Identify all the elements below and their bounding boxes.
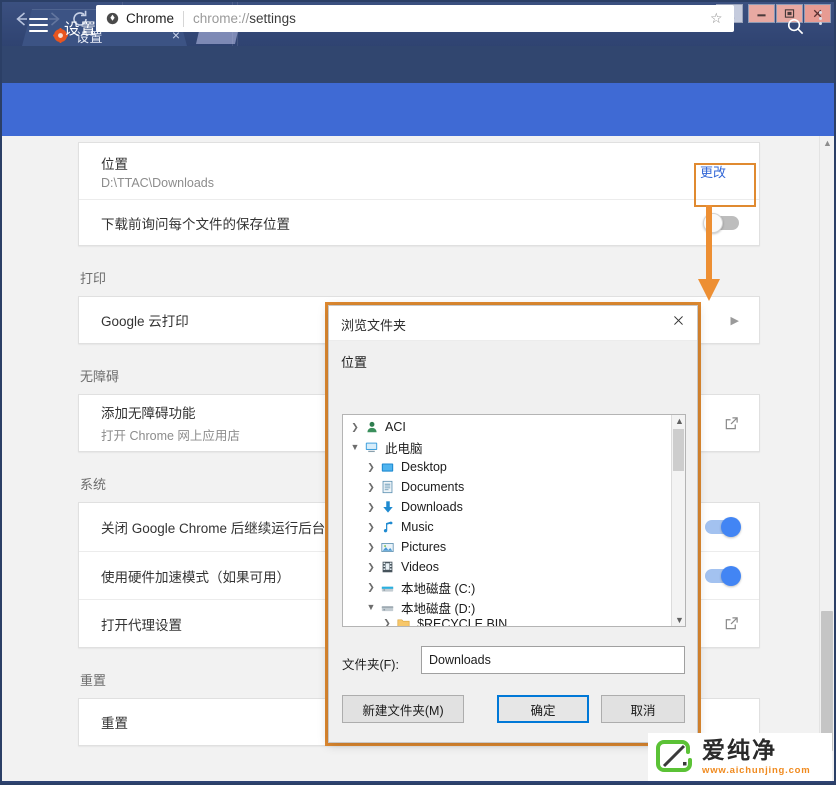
bookmark-star-icon[interactable]: ☆: [710, 11, 725, 26]
download-location-label: 位置: [101, 156, 128, 172]
downloads-folder-icon: [379, 500, 396, 515]
tree-node-label: Music: [401, 520, 434, 534]
documents-folder-icon: [379, 480, 396, 495]
cancel-button[interactable]: 取消: [601, 695, 685, 723]
background-apps-toggle[interactable]: [705, 517, 741, 537]
folder-icon: [395, 616, 412, 626]
desktop-folder-icon: [379, 460, 396, 475]
pictures-folder-icon: [379, 540, 396, 555]
tree-node-label: 此电脑: [385, 441, 423, 456]
tree-node[interactable]: ❯ Pictures: [343, 537, 685, 557]
browse-folder-dialog: 浏览文件夹 位置 ❯ ACI ▼ 此电脑 ❯ Desktop ❯ Documents ❯ Down…: [328, 305, 698, 743]
chevron-down-icon[interactable]: ▼: [347, 442, 363, 452]
tree-node[interactable]: ❯ Downloads: [343, 497, 685, 517]
chevron-right-icon[interactable]: ❯: [347, 422, 363, 433]
tree-scrollbar-thumb[interactable]: [673, 429, 684, 471]
system-drive-icon: [379, 580, 396, 595]
omnibox-separator: [183, 10, 185, 27]
minimize-button[interactable]: [748, 4, 775, 23]
chrome-shield-icon: [106, 12, 119, 25]
tree-node[interactable]: ❯ Music: [343, 517, 685, 537]
tree-scrollbar[interactable]: ▲ ▼: [671, 415, 685, 626]
tree-node-label: Desktop: [401, 460, 447, 474]
tree-node[interactable]: ❯ ACI: [343, 417, 685, 437]
hamburger-icon[interactable]: [29, 18, 48, 33]
tree-node[interactable]: ❯ Desktop: [343, 457, 685, 477]
tree-node-label: Documents: [401, 480, 465, 494]
folder-name-input[interactable]: Downloads: [421, 646, 685, 674]
folder-field-label: 文件夹(F):: [342, 658, 399, 672]
tree-node-label: 本地磁盘 (C:): [401, 581, 476, 596]
close-x-icon: [673, 316, 683, 325]
ask-before-download-label: 下载前询问每个文件的保存位置: [101, 216, 290, 232]
tree-node-label: ACI: [385, 420, 406, 434]
watermark-url: www.aichunjing.com: [702, 765, 811, 776]
browser-toolbar: [2, 46, 834, 83]
browser-window: 设置 × Chrome chrome://settings ☆ 设置 位置 D:…: [0, 0, 836, 785]
tree-node[interactable]: ❯ Videos: [343, 557, 685, 577]
chevron-right-icon[interactable]: ❯: [363, 482, 379, 493]
tree-scroll-down-icon[interactable]: ▼: [675, 615, 684, 625]
tree-node-label: Videos: [401, 560, 439, 574]
tree-node[interactable]: ▼ 此电脑: [343, 437, 685, 457]
ask-before-download-toggle[interactable]: [703, 212, 739, 233]
download-location-value: D:\TTAC\Downloads: [101, 175, 214, 190]
music-folder-icon: [379, 520, 396, 535]
change-location-button[interactable]: 更改: [687, 156, 739, 187]
external-link-icon: [725, 416, 738, 429]
omnibox-url: chrome://settings: [193, 11, 296, 26]
chevron-right-icon[interactable]: ❯: [363, 462, 379, 473]
page-title: 设置: [64, 21, 98, 38]
new-folder-button[interactable]: 新建文件夹(M): [342, 695, 464, 723]
chevron-right-icon[interactable]: ❯: [363, 502, 379, 513]
section-label-print: 打印: [80, 271, 107, 286]
scroll-up-icon[interactable]: ▲: [823, 138, 832, 148]
tree-node[interactable]: ❯ Documents: [343, 477, 685, 497]
aichunjing-logo-icon: [656, 740, 692, 772]
tree-node-label: Pictures: [401, 540, 447, 554]
chevron-right-icon[interactable]: ❯: [363, 582, 379, 593]
dialog-close-icon[interactable]: [667, 312, 689, 334]
external-link-icon: [725, 617, 738, 630]
tree-scroll-up-icon[interactable]: ▲: [675, 416, 684, 426]
folder-tree[interactable]: ❯ ACI ▼ 此电脑 ❯ Desktop ❯ Documents ❯ Downloads ❯ Mus…: [342, 414, 686, 627]
chevron-right-icon: ▶: [730, 314, 739, 327]
chrome-menu-button[interactable]: [812, 8, 828, 28]
tree-node-label: $RECYCLE.BIN: [417, 616, 508, 627]
chevron-right-icon[interactable]: ❯: [363, 542, 379, 553]
ok-button[interactable]: 确定: [497, 695, 589, 723]
videos-folder-icon: [379, 560, 396, 575]
chevron-down-icon[interactable]: ▼: [363, 602, 379, 612]
tree-node[interactable]: ❯ $RECYCLE.BIN: [343, 616, 685, 627]
watermark: 爱纯净 www.aichunjing.com: [648, 733, 832, 781]
chevron-right-icon[interactable]: ❯: [363, 562, 379, 573]
computer-icon: [363, 440, 380, 455]
watermark-name: 爱纯净: [702, 737, 777, 763]
hardware-accel-toggle[interactable]: [705, 565, 741, 586]
minimize-icon: [757, 14, 766, 17]
search-icon[interactable]: [786, 17, 805, 36]
chevron-right-icon[interactable]: ❯: [379, 618, 395, 626]
omnibox-brand: Chrome: [126, 11, 175, 26]
download-location-row: 位置 D:\TTAC\Downloads 更改: [79, 143, 759, 199]
page-scrollbar[interactable]: ▲ ▼: [819, 136, 834, 781]
tree-node[interactable]: ❯ 本地磁盘 (C:): [343, 577, 685, 597]
address-bar[interactable]: Chrome chrome://settings ☆: [96, 5, 734, 32]
dialog-title: 浏览文件夹: [341, 318, 407, 333]
downloads-card: 位置 D:\TTAC\Downloads 更改 下载前询问每个文件的保存位置: [78, 142, 760, 246]
user-icon: [363, 420, 380, 435]
scrollbar-thumb[interactable]: [821, 611, 833, 751]
tree-node-label: Downloads: [401, 500, 463, 514]
ask-before-download-row: 下载前询问每个文件的保存位置: [79, 199, 759, 245]
tree-node[interactable]: ▼ 本地磁盘 (D:): [343, 597, 685, 617]
settings-header: [2, 83, 834, 136]
chevron-right-icon[interactable]: ❯: [363, 522, 379, 533]
dialog-title-bar: 浏览文件夹: [329, 306, 697, 341]
dialog-location-label: 位置: [341, 355, 368, 370]
tree-node-label: 本地磁盘 (D:): [401, 601, 476, 616]
drive-icon: [379, 600, 396, 615]
